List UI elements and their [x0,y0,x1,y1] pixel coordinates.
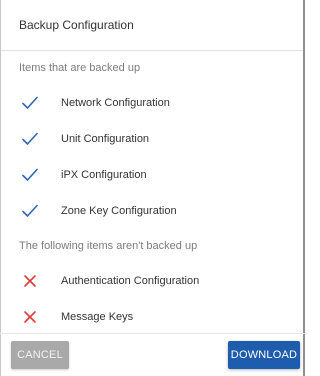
check-icon [22,95,38,111]
close-icon [22,273,38,289]
list-item-network-configuration: Network Configuration [0,85,305,121]
backup-configuration-dialog: Backup Configuration Items that are back… [0,0,305,376]
list-item-unit-configuration: Unit Configuration [0,121,305,157]
check-icon [22,167,38,183]
close-icon [22,309,38,325]
list-item-message-keys: Message Keys [0,299,305,335]
list-item-label: Zone Key Configuration [61,205,177,217]
dialog-header: Backup Configuration [0,0,305,51]
list-item-zone-key-configuration: Zone Key Configuration [0,193,305,229]
check-icon [22,131,38,147]
list-item-label: iPX Configuration [61,169,147,181]
not-backed-up-heading: The following items aren't backed up [19,240,198,252]
dialog-footer: CANCEL DOWNLOAD [0,333,305,376]
cancel-button[interactable]: CANCEL [11,341,69,369]
download-button[interactable]: DOWNLOAD [228,341,300,369]
list-item-ipx-configuration: iPX Configuration [0,157,305,193]
dialog-title: Backup Configuration [19,18,134,32]
list-item-label: Message Keys [61,311,134,323]
list-item-authentication-configuration: Authentication Configuration [0,263,305,299]
list-item-label: Authentication Configuration [61,275,200,287]
backed-up-list: Network Configuration Unit Configuration… [0,85,305,229]
list-item-label: Network Configuration [61,97,170,109]
backed-up-heading: Items that are backed up [19,62,141,74]
not-backed-up-list: Authentication Configuration Message Key… [0,263,305,335]
check-icon [22,203,38,219]
list-item-label: Unit Configuration [61,133,150,145]
